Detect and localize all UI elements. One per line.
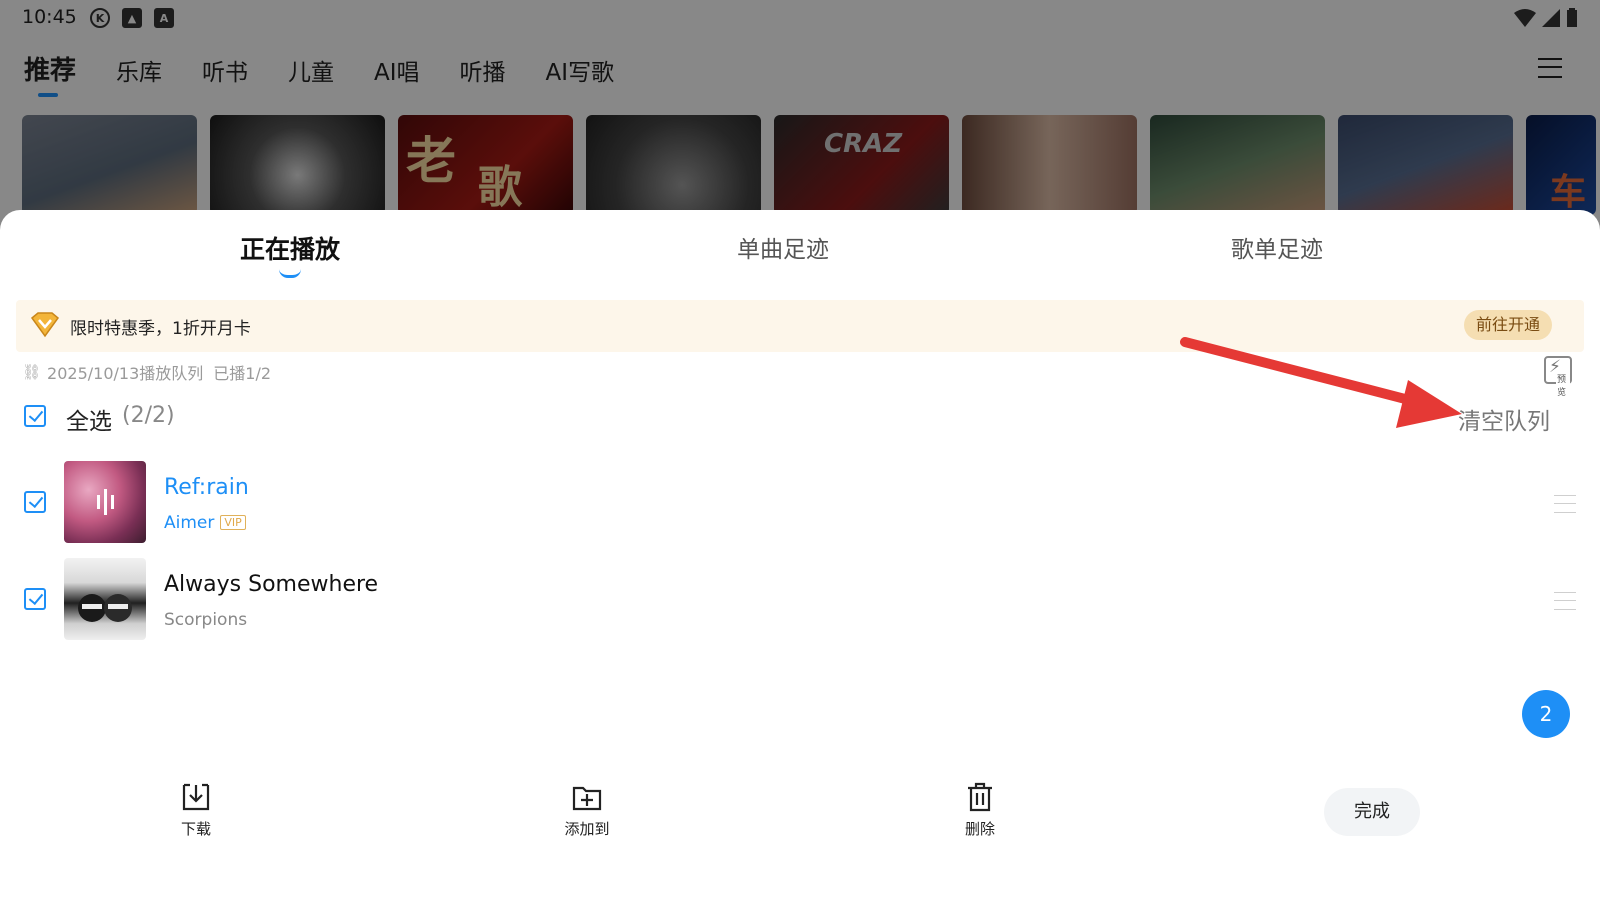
select-all-checkbox[interactable] xyxy=(24,405,46,427)
trash-icon xyxy=(968,782,992,812)
add-to-button[interactable]: 添加到 xyxy=(547,782,627,839)
download-icon xyxy=(182,783,210,811)
promo-banner: 限时特惠季，1折开月卡 前往开通 xyxy=(16,300,1584,352)
song-checkbox[interactable] xyxy=(24,588,46,610)
link-icon: ⛓ xyxy=(22,363,42,381)
select-all-label[interactable]: 全选 xyxy=(66,402,112,436)
select-all-count: (2/2) xyxy=(122,403,175,428)
song-title: Ref:rain xyxy=(164,475,249,500)
list-item[interactable]: Ref:rain Aimer VIP xyxy=(0,461,1600,551)
add-to-label: 添加到 xyxy=(564,820,610,838)
preview-icon[interactable]: 预览 xyxy=(1544,356,1572,398)
song-checkbox[interactable] xyxy=(24,491,46,513)
song-artist: Aimer VIP xyxy=(164,513,246,533)
tab-playlist-history[interactable]: 歌单足迹 xyxy=(1231,230,1323,264)
drag-handle-icon[interactable] xyxy=(1554,495,1576,513)
queue-info: ⛓ 2025/10/13播放队列 已播1/2 xyxy=(22,360,271,384)
download-button[interactable]: 下载 xyxy=(156,782,236,839)
download-label: 下载 xyxy=(180,820,211,838)
promo-text: 限时特惠季，1折开月卡 xyxy=(70,319,251,339)
selected-count-badge[interactable]: 2 xyxy=(1522,690,1570,738)
done-button[interactable]: 完成 xyxy=(1324,788,1420,836)
queue-date: 2025/10/13播放队列 xyxy=(47,364,204,383)
tab-song-history[interactable]: 单曲足迹 xyxy=(737,230,829,264)
album-art-faces xyxy=(78,594,132,622)
tab-now-playing[interactable]: 正在播放 xyxy=(240,230,340,278)
add-to-folder-icon xyxy=(572,786,602,811)
clear-queue-button[interactable]: 清空队列 xyxy=(1458,402,1550,436)
drag-handle-icon[interactable] xyxy=(1554,592,1576,610)
queue-played: 已播1/2 xyxy=(213,364,272,383)
artist-name: Aimer xyxy=(164,513,215,533)
delete-label: 删除 xyxy=(964,820,995,838)
play-queue-sheet: 正在播放 单曲足迹 歌单足迹 限时特惠季，1折开月卡 前往开通 ⛓ 2025/1… xyxy=(0,210,1600,900)
delete-button[interactable]: 删除 xyxy=(940,782,1020,839)
diamond-icon xyxy=(30,312,60,338)
song-title: Always Somewhere xyxy=(164,572,379,597)
album-thumbnail xyxy=(64,461,146,543)
album-thumbnail xyxy=(64,558,146,640)
preview-label: 预览 xyxy=(1556,372,1570,398)
sheet-tabs: 正在播放 单曲足迹 歌单足迹 xyxy=(0,230,1600,278)
list-item[interactable]: Always Somewhere Scorpions xyxy=(0,558,1600,648)
dim-overlay[interactable] xyxy=(0,0,1600,240)
song-artist: Scorpions xyxy=(164,610,248,630)
promo-open-button[interactable]: 前往开通 xyxy=(1463,310,1552,340)
background-app: 10:45 K ▲ A 推荐 乐库 听书 儿童 AI唱 听播 AI写歌 老 歌 … xyxy=(0,0,1600,240)
playing-indicator-icon xyxy=(97,489,114,515)
vip-badge: VIP xyxy=(220,515,246,530)
